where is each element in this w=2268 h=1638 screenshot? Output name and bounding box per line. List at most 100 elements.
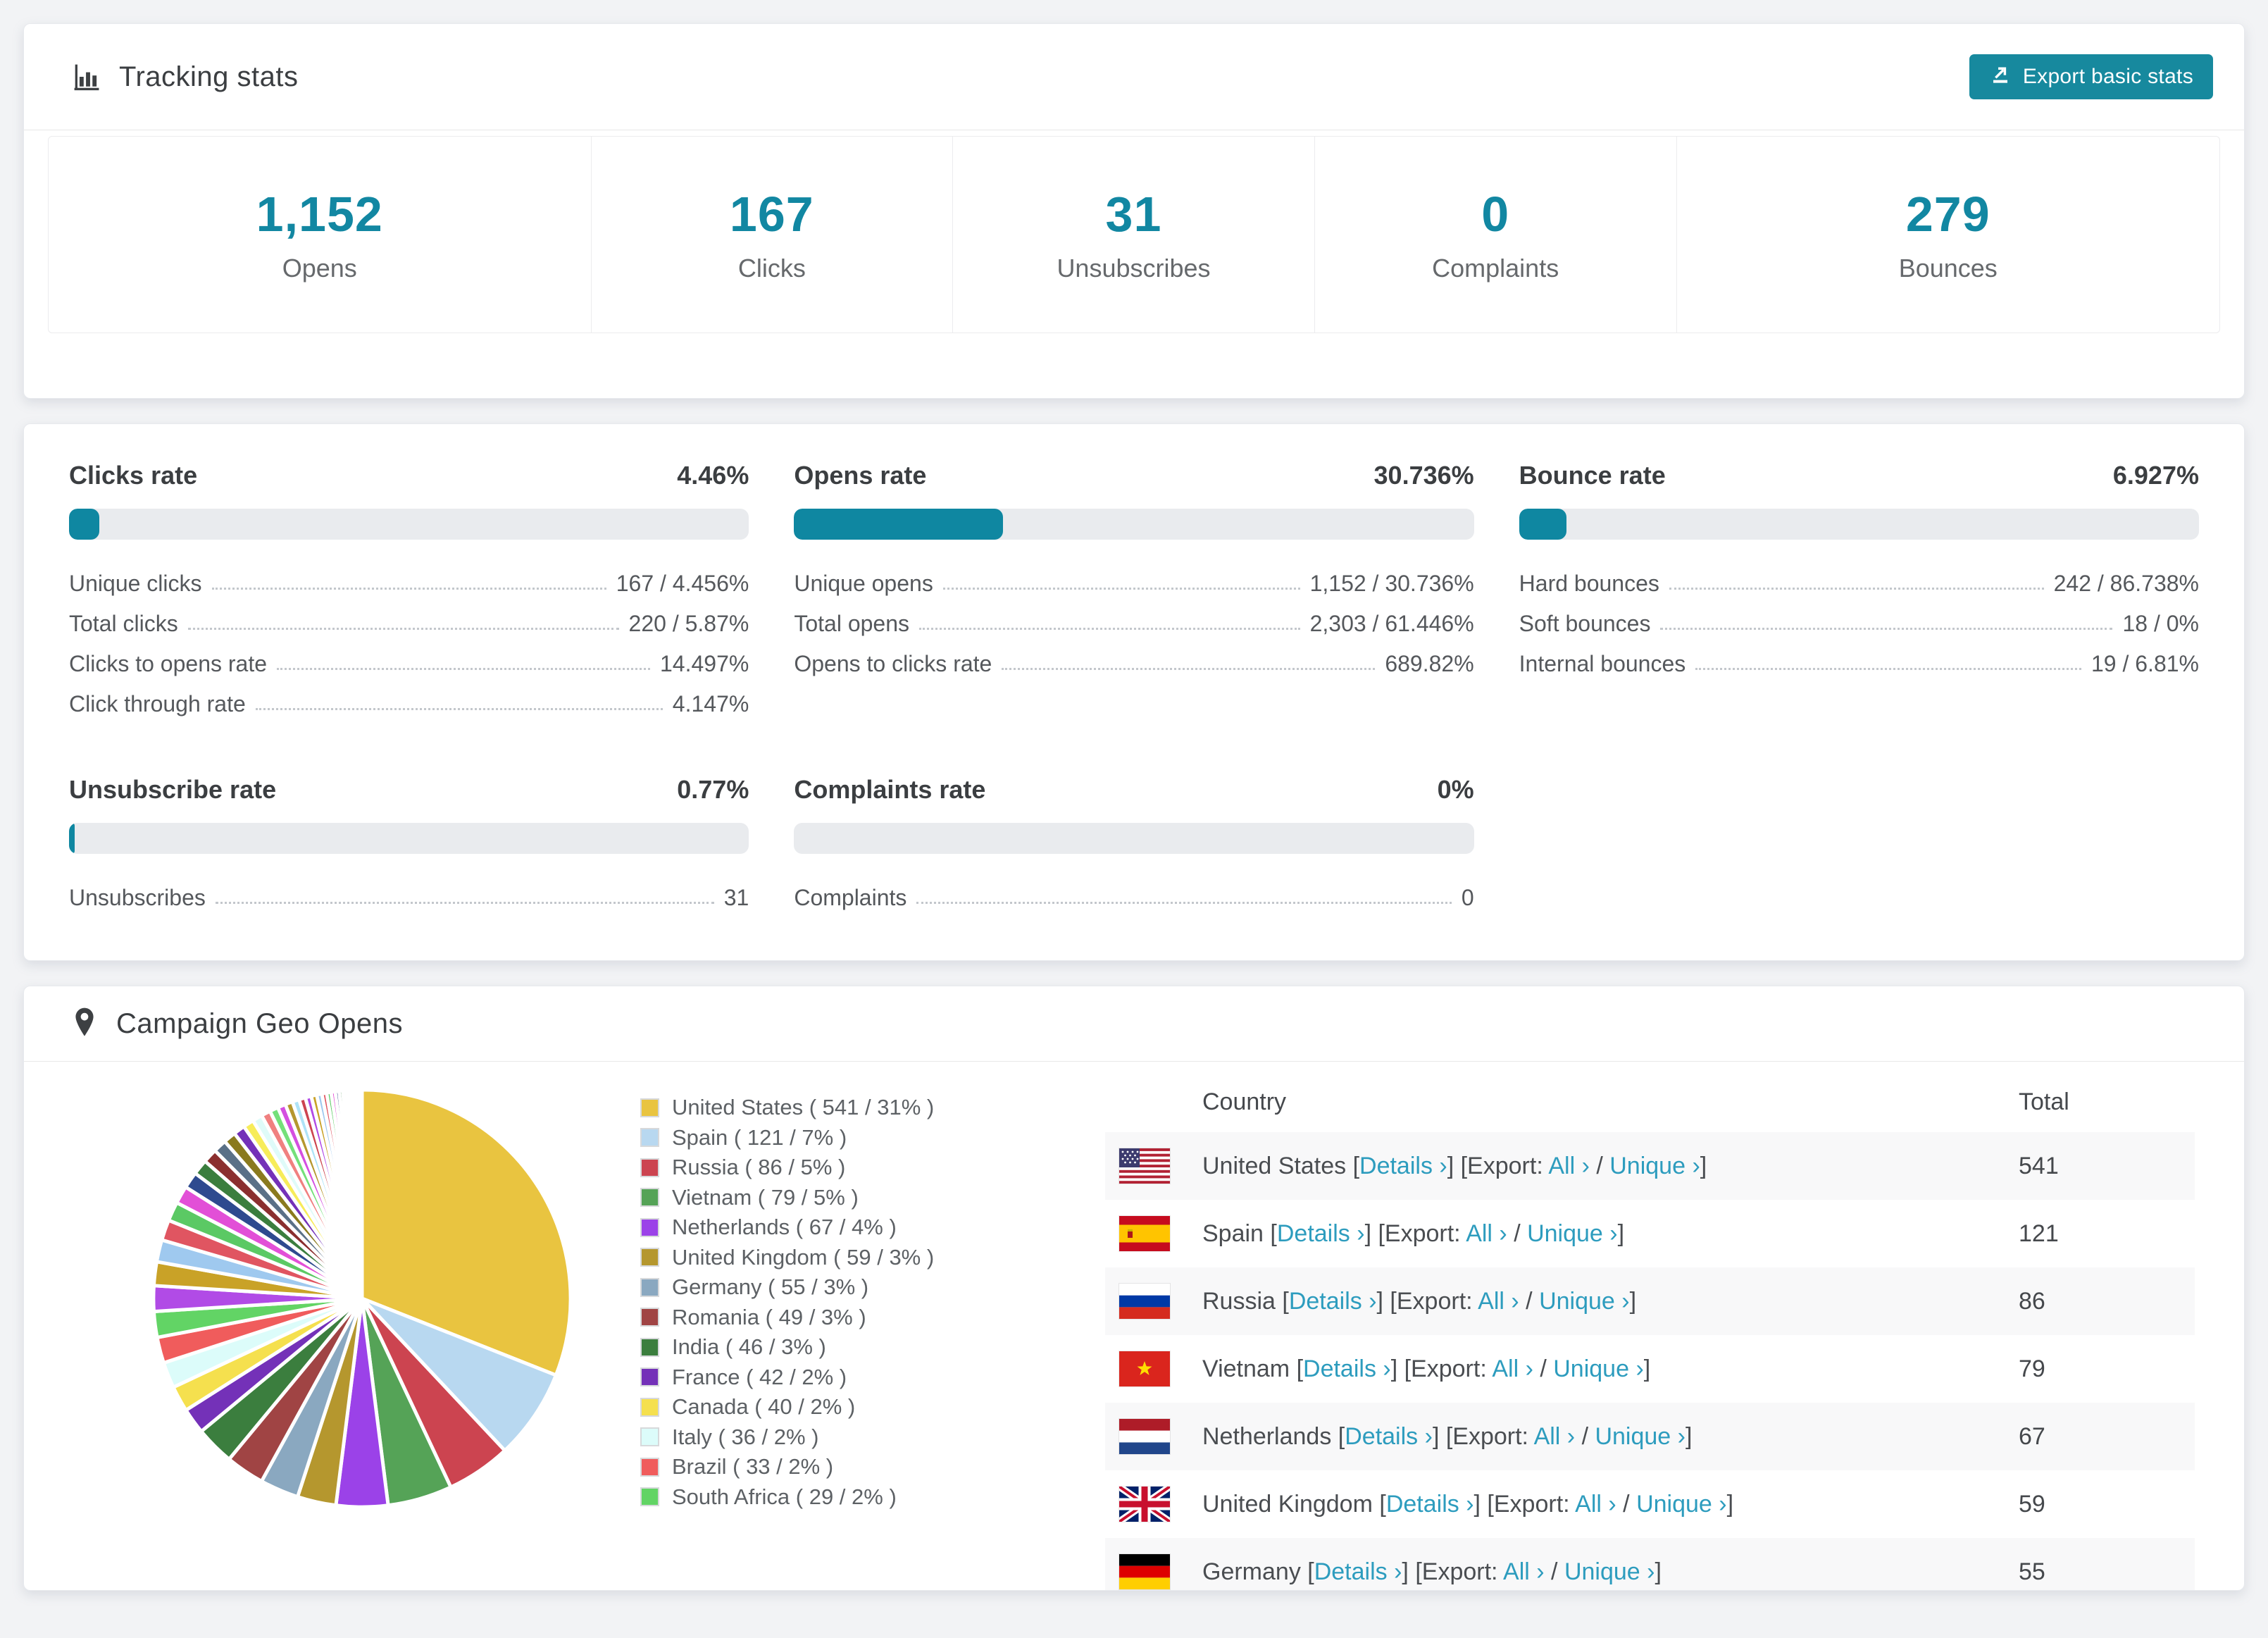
rate-title: Bounce rate xyxy=(1519,461,1666,490)
export-all-link[interactable]: All › xyxy=(1503,1558,1545,1585)
details-link[interactable]: Details › xyxy=(1386,1491,1474,1518)
stat-box-complaints: 0 Complaints xyxy=(1315,137,1677,333)
detail-label: Hard bounces xyxy=(1519,571,1659,596)
geo-content: United States ( 541 / 31% ) Spain ( 121 /… xyxy=(24,1062,2244,1590)
legend-item-canada[interactable]: Canada ( 40 / 2% ) xyxy=(640,1392,1105,1422)
dotted-leader xyxy=(919,619,1300,630)
rate-detail-row: Total clicks 220 / 5.87% xyxy=(69,604,749,644)
country-name: United Kingdom xyxy=(1202,1490,1380,1518)
legend-item-united-kingdom[interactable]: United Kingdom ( 59 / 3% ) xyxy=(640,1243,1105,1273)
rate-detail-rows: Complaints 0 xyxy=(794,878,1473,918)
stat-label: Clicks xyxy=(737,254,806,283)
legend-item-spain[interactable]: Spain ( 121 / 7% ) xyxy=(640,1123,1105,1153)
legend-item-india[interactable]: India ( 46 / 3% ) xyxy=(640,1332,1105,1363)
legend-item-italy[interactable]: Italy ( 36 / 2% ) xyxy=(640,1422,1105,1453)
detail-label: Clicks to opens rate xyxy=(69,651,268,676)
legend-swatch xyxy=(640,1217,659,1237)
export-unique-link[interactable]: Unique › xyxy=(1595,1423,1686,1450)
legend-swatch xyxy=(640,1098,659,1117)
legend-swatch xyxy=(640,1158,659,1177)
tracking-title: Tracking stats xyxy=(119,61,299,92)
legend-label: United Kingdom ( 59 / 3% ) xyxy=(672,1244,935,1270)
stat-value: 279 xyxy=(1905,187,1990,242)
total-cell: 121 xyxy=(2019,1220,2059,1247)
export-basic-stats-button[interactable]: Export basic stats xyxy=(1969,54,2213,99)
country-name: Spain xyxy=(1202,1220,1271,1247)
country-name: Netherlands xyxy=(1202,1422,1338,1450)
country-name: United States xyxy=(1202,1152,1353,1179)
detail-value: 2,303 / 61.446% xyxy=(1309,611,1474,636)
dotted-leader xyxy=(942,578,1300,590)
rate-head: Bounce rate 6.927% xyxy=(1519,461,2199,490)
legend-label: Russia ( 86 / 5% ) xyxy=(672,1155,846,1180)
legend-item-south-africa[interactable]: South Africa ( 29 / 2% ) xyxy=(640,1482,1105,1513)
rate-progress-fill xyxy=(794,509,1004,540)
export-all-link[interactable]: All › xyxy=(1534,1423,1576,1450)
table-row-united-kingdom: United Kingdom [Details ›] [Export: All … xyxy=(1105,1470,2195,1538)
export-all-link[interactable]: All › xyxy=(1548,1153,1590,1179)
legend-item-vietnam[interactable]: Vietnam ( 79 / 5% ) xyxy=(640,1183,1105,1213)
details-link[interactable]: Details › xyxy=(1277,1220,1365,1247)
rate-detail-rows: Unique opens 1,152 / 30.736% Total opens 2,… xyxy=(794,564,1473,684)
detail-label: Unique opens xyxy=(794,571,933,596)
details-link[interactable]: Details › xyxy=(1345,1423,1433,1450)
rate-detail-row: Soft bounces 18 / 0% xyxy=(1519,604,2199,644)
export-unique-link[interactable]: Unique › xyxy=(1553,1355,1644,1382)
details-link[interactable]: Details › xyxy=(1303,1355,1391,1382)
bar-chart-icon xyxy=(71,61,102,92)
stat-label: Unsubscribes xyxy=(1057,254,1211,283)
export-unique-link[interactable]: Unique › xyxy=(1564,1558,1655,1585)
pie-slice-other[interactable] xyxy=(358,1088,364,1301)
rate-value: 4.46% xyxy=(677,461,749,490)
total-cell: 55 xyxy=(2019,1558,2045,1585)
legend-item-russia[interactable]: Russia ( 86 / 5% ) xyxy=(640,1153,1105,1183)
geo-pie-chart xyxy=(84,1083,640,1514)
legend-item-france[interactable]: France ( 42 / 2% ) xyxy=(640,1363,1105,1393)
export-all-link[interactable]: All › xyxy=(1492,1355,1533,1382)
legend-label: Italy ( 36 / 2% ) xyxy=(672,1424,819,1449)
rate-panel-bounce-rate: Bounce rate 6.927% Hard bounces 242 / 86.73… xyxy=(1519,461,2199,724)
legend-item-netherlands[interactable]: Netherlands ( 67 / 4% ) xyxy=(640,1212,1105,1243)
export-unique-link[interactable]: Unique › xyxy=(1527,1220,1618,1247)
detail-label: Complaints xyxy=(794,885,907,910)
rate-detail-row: Total opens 2,303 / 61.446% xyxy=(794,604,1473,644)
rate-head: Complaints rate 0% xyxy=(794,775,1473,805)
total-column-header: Total xyxy=(2019,1088,2069,1115)
legend-item-brazil[interactable]: Brazil ( 33 / 2% ) xyxy=(640,1452,1105,1482)
rate-title: Complaints rate xyxy=(794,775,986,804)
table-row-netherlands: Netherlands [Details ›] [Export: All › /… xyxy=(1105,1403,2195,1470)
details-link[interactable]: Details › xyxy=(1314,1558,1402,1585)
legend-item-germany[interactable]: Germany ( 55 / 3% ) xyxy=(640,1272,1105,1303)
details-link[interactable]: Details › xyxy=(1359,1153,1447,1179)
geo-table: Country Total United States [Details ›] … xyxy=(1105,1072,2195,1590)
export-all-link[interactable]: All › xyxy=(1575,1491,1616,1518)
dotted-leader xyxy=(1002,659,1376,670)
export-unique-link[interactable]: Unique › xyxy=(1539,1288,1630,1315)
detail-value: 0 xyxy=(1461,885,1474,910)
geo-legend: United States ( 541 / 31% ) Spain ( 121 /… xyxy=(640,1093,1105,1512)
rates-grid: Clicks rate 4.46% Unique clicks 167 / 4.456… xyxy=(69,461,2199,918)
rate-detail-row: Unique opens 1,152 / 30.736% xyxy=(794,564,1473,604)
legend-item-united-states[interactable]: United States ( 541 / 31% ) xyxy=(640,1093,1105,1123)
rate-detail-rows: Unsubscribes 31 xyxy=(69,878,749,918)
export-icon xyxy=(1989,63,2012,91)
detail-label: Unsubscribes xyxy=(69,885,206,910)
total-cell: 541 xyxy=(2019,1152,2059,1179)
export-all-link[interactable]: All › xyxy=(1478,1288,1519,1315)
details-link[interactable]: Details › xyxy=(1289,1288,1377,1315)
detail-value: 242 / 86.738% xyxy=(2053,571,2199,596)
table-row-russia: Russia [Details ›] [Export: All › / Uniq… xyxy=(1105,1267,2195,1335)
legend-label: Spain ( 121 / 7% ) xyxy=(672,1124,847,1150)
legend-item-romania[interactable]: Romania ( 49 / 3% ) xyxy=(640,1303,1105,1333)
rate-progress-bar xyxy=(1519,509,2199,540)
country-cell: United Kingdom [Details ›] [Export: All … xyxy=(1202,1490,1734,1518)
export-unique-link[interactable]: Unique › xyxy=(1636,1491,1727,1518)
export-all-link[interactable]: All › xyxy=(1466,1220,1507,1247)
country-cell: Vietnam [Details ›] [Export: All › / Uni… xyxy=(1202,1355,1651,1382)
russia-flag-icon xyxy=(1119,1284,1170,1319)
export-unique-link[interactable]: Unique › xyxy=(1609,1153,1700,1179)
legend-label: France ( 42 / 2% ) xyxy=(672,1364,847,1389)
stat-box-bounces: 279 Bounces xyxy=(1677,137,2220,333)
rate-detail-rows: Unique clicks 167 / 4.456% Total clicks 220… xyxy=(69,564,749,724)
stat-box-unsubscribes: 31 Unsubscribes xyxy=(953,137,1315,333)
